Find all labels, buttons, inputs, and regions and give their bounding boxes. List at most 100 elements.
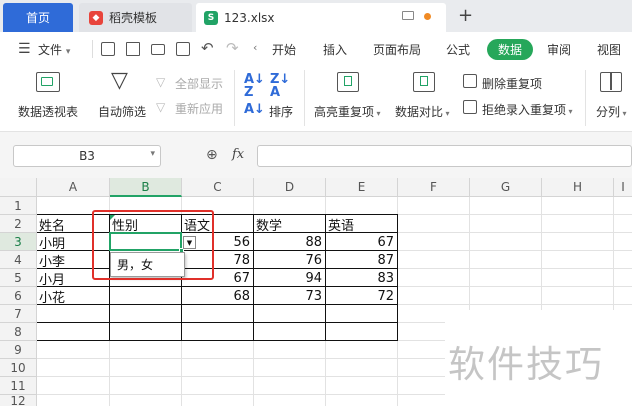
row-header-7[interactable]: 7 (0, 305, 37, 323)
hamburger-icon[interactable]: ☰ (18, 41, 31, 57)
select-all-corner[interactable] (0, 178, 37, 197)
tab-home-label: 首页 (25, 11, 50, 25)
row-header-9[interactable]: 9 (0, 341, 37, 359)
tab-file-label: 123.xlsx (224, 10, 275, 25)
highlight-duplicates-icon[interactable] (337, 72, 359, 92)
docer-icon: ◆ (89, 10, 103, 25)
export-pdf-icon[interactable] (126, 42, 140, 56)
tab-file[interactable]: S 123.xlsx (196, 3, 446, 32)
table-cell-math[interactable]: 94 (254, 269, 325, 287)
table-cell-name[interactable]: 小花 (37, 287, 109, 306)
print-preview-icon[interactable] (176, 42, 190, 56)
ribbon-divider (304, 70, 305, 126)
table-border (37, 322, 398, 323)
row-header-4[interactable]: 4 (0, 251, 37, 269)
formula-input[interactable] (257, 145, 632, 167)
row-header-5[interactable]: 5 (0, 269, 37, 287)
split-column-icon[interactable] (600, 72, 622, 92)
reject-duplicates-button[interactable]: 拒绝录入重复项 ▾ (482, 101, 573, 118)
menu-review[interactable]: 审阅 (547, 41, 571, 58)
spreadsheet-icon: S (204, 10, 218, 25)
table-cell-english[interactable]: 67 (326, 233, 397, 251)
chevron-down-icon[interactable]: ▾ (150, 149, 155, 159)
reapply-button[interactable]: 重新应用 (175, 100, 223, 117)
sort-za-icon[interactable]: Z↓ A (270, 73, 290, 99)
table-border (397, 214, 398, 341)
highlight-duplicates-button[interactable]: 高亮重复项 ▾ (314, 103, 381, 120)
column-header-a[interactable]: A (37, 178, 110, 197)
menu-insert[interactable]: 插入 (323, 41, 347, 58)
row-header-3[interactable]: 3 (0, 233, 37, 251)
remove-duplicates-icon[interactable] (463, 74, 477, 88)
fx-icon[interactable]: fx (232, 147, 244, 162)
sort-az-icon[interactable]: A↓ Z (244, 73, 265, 99)
more-arrow-icon[interactable]: ‹ (253, 41, 257, 54)
table-cell-math[interactable]: 88 (254, 233, 325, 251)
table-cell-english[interactable]: 83 (326, 269, 397, 287)
column-header-b[interactable]: B (110, 178, 182, 197)
data-compare-button[interactable]: 数据对比 ▾ (395, 103, 450, 120)
ribbon-data: 数据透视表 ▽ 自动筛选 ▽ 全部显示 ▽ 重新应用 A↓ Z Z↓ A A↓ 排序… (0, 66, 632, 132)
undo-icon[interactable]: ↶ (201, 39, 214, 57)
print-icon[interactable] (151, 44, 165, 55)
autofilter-button[interactable]: 自动筛选 (98, 103, 146, 120)
table-cell-math[interactable]: 76 (254, 251, 325, 269)
menu-bar: ☰ 文件 ▾ ↶ ↷ ‹ 开始 插入 页面布局 公式 数据 审阅 视图 (0, 32, 632, 66)
chevron-down-icon: ▾ (65, 47, 71, 57)
table-header-english[interactable]: 英语 (326, 215, 397, 234)
tab-bar: 首页 ◆ 稻壳模板 S 123.xlsx + (0, 0, 632, 32)
row-header-8[interactable]: 8 (0, 323, 37, 341)
menu-page-layout[interactable]: 页面布局 (373, 41, 421, 58)
menu-view[interactable]: 视图 (597, 41, 621, 58)
column-header-f[interactable]: F (398, 178, 470, 197)
table-cell-english[interactable]: 72 (326, 287, 397, 305)
row-header-11[interactable]: 11 (0, 377, 37, 395)
table-cell-math[interactable]: 73 (254, 287, 325, 305)
column-header-d[interactable]: D (254, 178, 326, 197)
column-header-g[interactable]: G (470, 178, 542, 197)
menu-data[interactable]: 数据 (487, 39, 533, 60)
column-header-h[interactable]: H (542, 178, 614, 197)
reapply-icon: ▽ (156, 100, 166, 114)
row-header-10[interactable]: 10 (0, 359, 37, 377)
window-icon[interactable] (402, 11, 414, 20)
pivot-table-button[interactable]: 数据透视表 (18, 103, 78, 120)
custom-sort-icon[interactable]: A↓ (244, 102, 265, 117)
sort-button[interactable]: 排序 (269, 103, 293, 120)
split-column-button[interactable]: 分列 ▾ (596, 103, 627, 120)
table-header-math[interactable]: 数学 (254, 215, 325, 234)
table-cell-chinese[interactable]: 68 (182, 287, 253, 305)
ribbon-divider (234, 70, 235, 126)
divider (92, 40, 93, 58)
redo-icon[interactable]: ↷ (226, 39, 239, 57)
new-tab-plus-icon[interactable]: + (458, 5, 473, 26)
unsaved-dot-icon (424, 13, 431, 20)
remove-duplicates-button[interactable]: 删除重复项 (482, 75, 542, 92)
row-header-6[interactable]: 6 (0, 287, 37, 305)
reject-duplicates-icon[interactable] (463, 100, 477, 114)
show-all-icon: ▽ (156, 75, 166, 89)
show-all-button[interactable]: 全部显示 (175, 75, 223, 92)
row-header-12[interactable]: 12 (0, 394, 37, 408)
row-header-1[interactable]: 1 (0, 197, 37, 215)
name-box[interactable]: B3 ▾ (13, 145, 161, 167)
ribbon-divider (585, 70, 586, 126)
row-header-2[interactable]: 2 (0, 215, 37, 233)
table-border (37, 340, 398, 341)
column-header-c[interactable]: C (182, 178, 254, 197)
tab-docer-label: 稻壳模板 (109, 11, 158, 25)
save-icon[interactable] (101, 42, 115, 56)
data-compare-icon[interactable] (413, 72, 435, 92)
zoom-icon[interactable]: ⊕ (206, 147, 218, 163)
menu-file[interactable]: 文件 ▾ (38, 41, 70, 58)
column-header-i[interactable]: I (614, 178, 632, 197)
menu-home[interactable]: 开始 (272, 41, 296, 58)
menu-formula[interactable]: 公式 (446, 41, 470, 58)
tab-home[interactable]: 首页 (3, 3, 73, 32)
tab-docer[interactable]: ◆ 稻壳模板 (79, 3, 192, 32)
name-box-value: B3 (79, 149, 95, 163)
table-cell-english[interactable]: 87 (326, 251, 397, 269)
column-header-e[interactable]: E (326, 178, 398, 197)
filter-icon[interactable]: ▽ (111, 70, 128, 92)
pivot-table-icon[interactable] (36, 72, 60, 92)
